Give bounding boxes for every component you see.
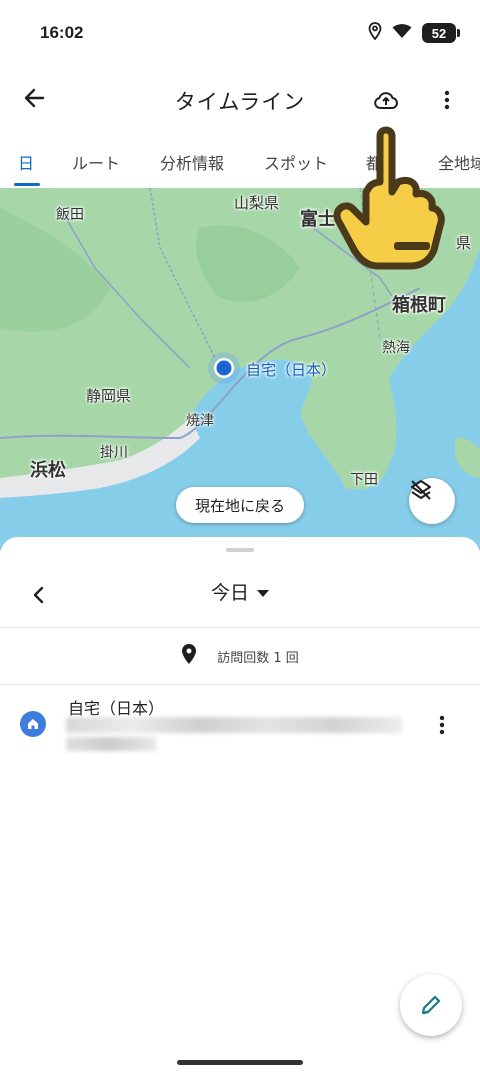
home-location-marker[interactable] xyxy=(206,350,242,386)
date-selector-row: 今日 xyxy=(0,565,480,627)
tab-day[interactable]: 日 xyxy=(18,150,34,174)
cloud-backup-button[interactable] xyxy=(368,82,404,118)
map-label-yamanashi: 山梨県 xyxy=(234,194,280,212)
more-vert-icon xyxy=(439,715,445,735)
place-address-redacted xyxy=(66,717,406,753)
map-label-ken: 県 xyxy=(456,234,472,252)
place-options-button[interactable] xyxy=(428,711,456,739)
edit-fab-button[interactable] xyxy=(400,974,462,1036)
cloud-upload-icon xyxy=(374,92,398,109)
map-label-kakegawa: 掛川 xyxy=(100,445,128,461)
more-vert-icon xyxy=(444,90,450,110)
status-icons: 52 xyxy=(368,22,460,44)
location-icon xyxy=(368,22,382,44)
map-label-atami: 熱海 xyxy=(382,340,410,356)
tab-indicator xyxy=(14,183,40,186)
home-icon xyxy=(20,711,46,737)
map-label-iida: 飯田 xyxy=(56,207,84,223)
date-dropdown[interactable]: 今日 xyxy=(0,578,480,605)
tab-insights[interactable]: 分析情報 xyxy=(160,150,224,174)
map-label-hakone: 箱根町 xyxy=(392,295,446,316)
visit-count-text: 訪問回数 1 回 xyxy=(217,650,299,666)
map-label-shimoda: 下田 xyxy=(350,472,378,488)
dropdown-arrow-icon xyxy=(257,590,269,597)
map-label-home: 自宅（日本） xyxy=(246,361,337,379)
wifi-icon xyxy=(392,23,412,43)
return-to-location-button[interactable]: 現在地に戻る xyxy=(176,487,304,523)
place-title: 自宅（日本） xyxy=(68,699,165,718)
layers-off-icon xyxy=(411,480,431,500)
place-pin-icon xyxy=(181,643,197,669)
map-label-hamamatsu: 浜松 xyxy=(30,460,66,481)
visit-count-row: 訪問回数 1 回 xyxy=(0,628,480,684)
date-label: 今日 xyxy=(210,582,249,604)
layers-toggle-button[interactable] xyxy=(409,478,455,524)
map-label-shizuoka: 静岡県 xyxy=(86,387,132,405)
place-list-item[interactable]: 自宅（日本） xyxy=(0,685,480,765)
pointing-hand-icon xyxy=(330,122,450,282)
tab-route[interactable]: ルート xyxy=(72,150,120,174)
page-title: タイムライン xyxy=(174,90,306,114)
status-time: 16:02 xyxy=(40,23,84,42)
edit-pencil-icon xyxy=(421,995,441,1015)
sheet-drag-handle[interactable] xyxy=(226,548,254,552)
gesture-nav-bar[interactable] xyxy=(177,1060,303,1065)
battery-indicator: 52 xyxy=(422,23,460,43)
map-label-yaizu: 焼津 xyxy=(186,413,214,429)
tab-places[interactable]: スポット xyxy=(264,150,328,174)
more-options-button[interactable] xyxy=(429,82,465,118)
status-bar: 16:02 52 xyxy=(0,0,480,66)
